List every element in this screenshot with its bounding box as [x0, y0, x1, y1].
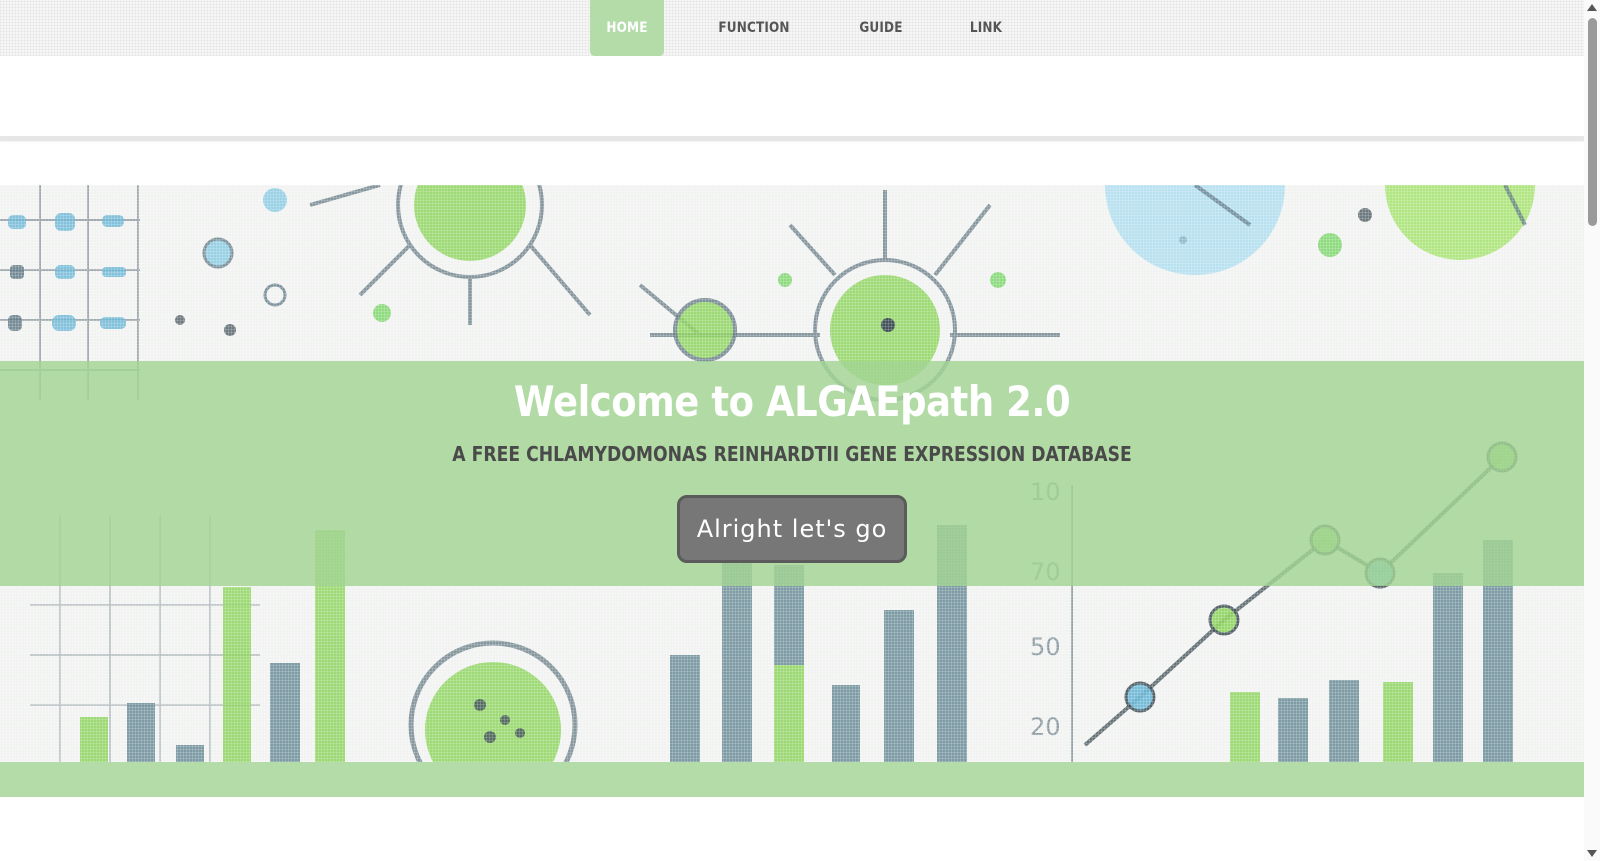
vertical-scrollbar[interactable] [1584, 0, 1600, 861]
nav-item-guide[interactable]: GUIDE [844, 0, 918, 56]
scroll-down-arrow-icon[interactable] [1587, 850, 1597, 857]
nav-item-function[interactable]: FUNCTION [682, 0, 826, 56]
get-started-button-label: Alright let's go [696, 515, 888, 543]
nav-item-link[interactable]: LINK [933, 0, 1040, 56]
scrollbar-thumb[interactable] [1588, 18, 1597, 226]
header-spacer [0, 56, 1584, 136]
section-divider-band [0, 762, 1584, 797]
hero-title: Welcome to ALGAEpath 2.0 [513, 377, 1071, 426]
nav-item-label: GUIDE [859, 20, 903, 36]
nav-item-label: LINK [969, 20, 1003, 36]
hero-section: 10 70 50 20 Welcome to ALGAEpath 2.0 A F… [0, 185, 1584, 762]
nav-item-label: HOME [606, 20, 648, 36]
scroll-up-arrow-icon[interactable] [1587, 4, 1597, 11]
nav-item-home[interactable]: HOME [590, 0, 664, 56]
top-navigation-bar: HOME FUNCTION GUIDE LINK [0, 0, 1584, 56]
header-divider [0, 136, 1584, 141]
nav-item-label: FUNCTION [718, 20, 790, 36]
hero-subtitle: A FREE CHLAMYDOMONAS REINHARDTII GENE EX… [452, 442, 1132, 466]
get-started-button[interactable]: Alright let's go [677, 495, 907, 563]
main-nav: HOME FUNCTION GUIDE LINK [584, 0, 1048, 56]
